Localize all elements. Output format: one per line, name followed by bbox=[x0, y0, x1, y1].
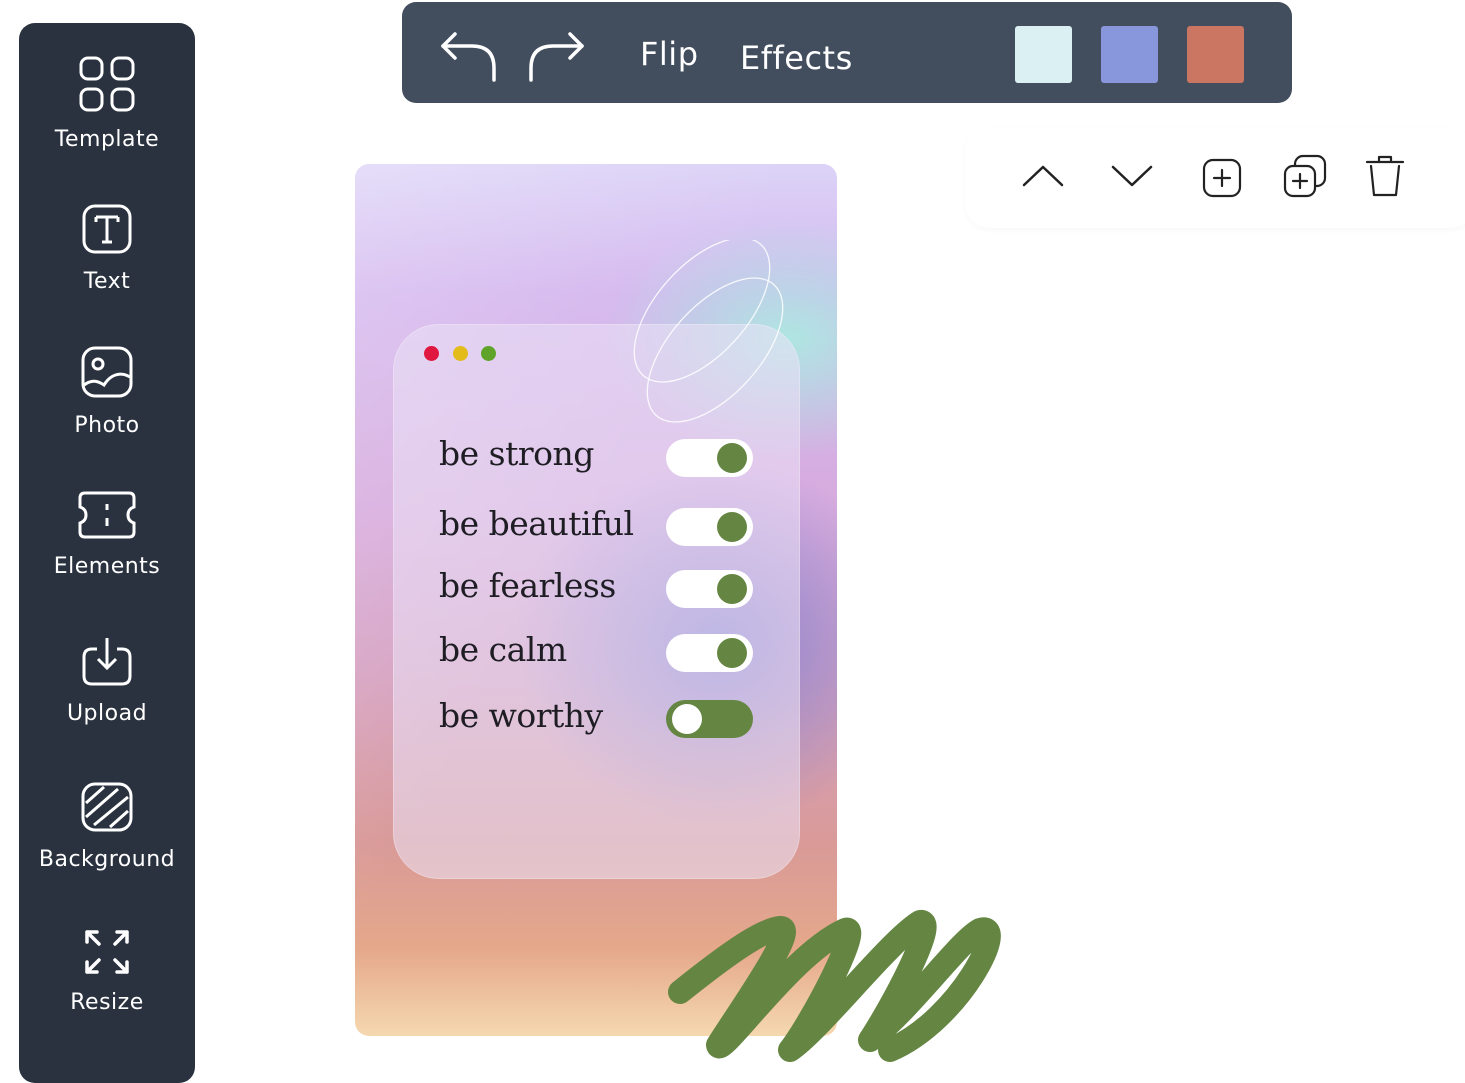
toggle-knob bbox=[672, 704, 702, 734]
sidebar-item-photo[interactable]: Photo bbox=[19, 345, 195, 438]
sidebar-item-background[interactable]: Background bbox=[19, 781, 195, 872]
affirmation-label: be fearless bbox=[439, 566, 616, 605]
delete-icon[interactable] bbox=[1365, 154, 1405, 198]
window-dot-green bbox=[481, 346, 496, 361]
affirmation-label: be calm bbox=[439, 630, 567, 669]
affirmation-window: be strong be beautiful be fearless be ca… bbox=[393, 324, 800, 879]
color-swatch-terracotta[interactable] bbox=[1187, 26, 1244, 83]
sidebar-item-upload[interactable]: Upload bbox=[19, 635, 195, 726]
background-icon bbox=[81, 782, 133, 832]
grid-icon bbox=[79, 56, 135, 112]
flip-button[interactable]: Flip bbox=[640, 35, 699, 73]
sidebar-item-label: Text bbox=[83, 269, 131, 294]
move-down-icon[interactable] bbox=[1111, 164, 1153, 188]
affirmation-label: be beautiful bbox=[439, 504, 634, 543]
toggle-be-beautiful[interactable] bbox=[666, 508, 753, 546]
toggle-be-strong[interactable] bbox=[666, 439, 753, 477]
resize-icon bbox=[85, 930, 129, 974]
toggle-knob bbox=[717, 443, 747, 473]
upload-icon bbox=[82, 638, 132, 686]
duplicate-icon[interactable] bbox=[1283, 154, 1327, 198]
sidebar-item-elements[interactable]: Elements bbox=[19, 490, 195, 579]
top-toolbar: Flip Effects bbox=[402, 2, 1292, 103]
effects-button[interactable]: Effects bbox=[740, 39, 853, 77]
toggle-knob bbox=[717, 512, 747, 542]
toggle-be-calm[interactable] bbox=[666, 634, 753, 672]
sidebar-item-label: Background bbox=[38, 847, 176, 872]
affirmation-label: be worthy bbox=[439, 696, 603, 735]
window-dot-red bbox=[424, 346, 439, 361]
elements-icon bbox=[78, 491, 136, 539]
text-icon bbox=[82, 204, 132, 254]
sidebar-item-label: Elements bbox=[53, 554, 161, 579]
sidebar-item-text[interactable]: Text bbox=[19, 203, 195, 294]
arrange-toolbar bbox=[965, 128, 1465, 228]
toggle-knob bbox=[717, 574, 747, 604]
sidebar-item-template[interactable]: Template bbox=[19, 55, 195, 152]
color-swatch-light-cyan[interactable] bbox=[1015, 26, 1072, 83]
redo-icon[interactable] bbox=[527, 30, 585, 82]
toggle-knob bbox=[717, 638, 747, 668]
sidebar-item-label: Template bbox=[54, 127, 160, 152]
toggle-be-fearless[interactable] bbox=[666, 570, 753, 608]
color-swatch-periwinkle[interactable] bbox=[1101, 26, 1158, 83]
left-sidebar: Template Text Photo Elements Upload Back… bbox=[19, 23, 195, 1083]
sidebar-item-label: Photo bbox=[74, 413, 140, 438]
affirmation-label: be strong bbox=[439, 434, 594, 473]
undo-icon[interactable] bbox=[440, 30, 498, 82]
design-card[interactable]: be strong be beautiful be fearless be ca… bbox=[355, 164, 837, 1036]
sidebar-item-label: Resize bbox=[70, 990, 144, 1015]
image-icon bbox=[81, 346, 133, 398]
move-up-icon[interactable] bbox=[1022, 164, 1064, 188]
sidebar-item-label: Upload bbox=[66, 701, 148, 726]
toggle-be-worthy[interactable] bbox=[666, 700, 753, 738]
window-dot-yellow bbox=[453, 346, 468, 361]
add-icon[interactable] bbox=[1202, 158, 1242, 198]
sidebar-item-resize[interactable]: Resize bbox=[19, 928, 195, 1015]
